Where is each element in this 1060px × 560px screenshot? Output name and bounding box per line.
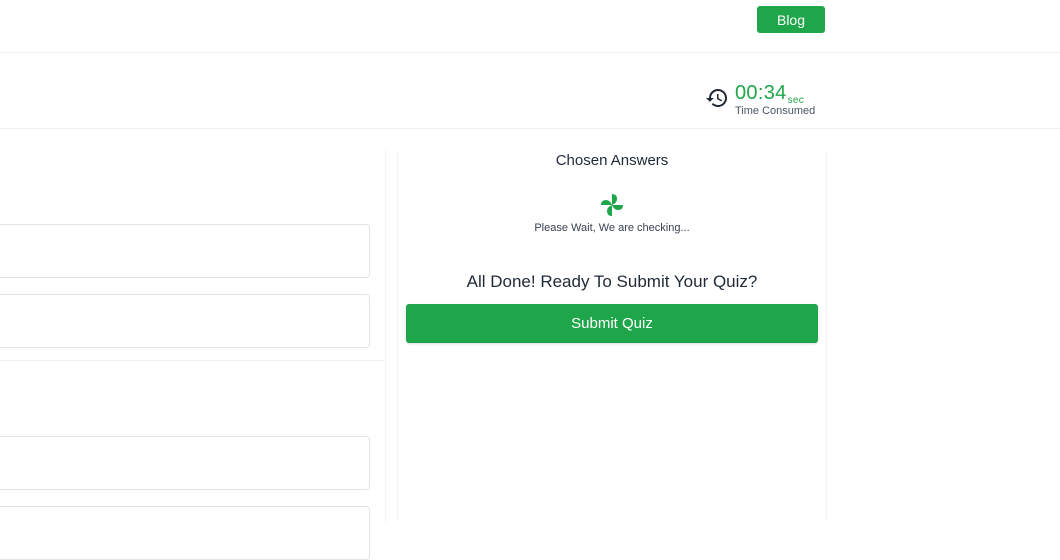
timer-digits: 00:34 bbox=[735, 82, 787, 104]
chosen-answers-title: Chosen Answers bbox=[555, 152, 669, 169]
pinwheel-spinner-icon bbox=[601, 194, 623, 216]
timer-bar: 00:34sec Time Consumed bbox=[0, 53, 1060, 129]
chosen-answers-panel: Chosen Answers Please Wait, We are check… bbox=[397, 150, 827, 522]
history-icon bbox=[706, 89, 727, 107]
top-navbar: Blog bbox=[0, 0, 1060, 53]
checking-status-text: Please Wait, We are checking... bbox=[534, 222, 690, 234]
ready-to-submit-heading: All Done! Ready To Submit Your Quiz? bbox=[466, 272, 758, 291]
answer-option[interactable] bbox=[0, 506, 370, 560]
question-divider bbox=[0, 360, 385, 361]
answer-option[interactable] bbox=[0, 224, 370, 278]
answer-option[interactable] bbox=[0, 436, 370, 490]
timer-value: 00:34sec bbox=[735, 82, 804, 106]
submit-quiz-button[interactable]: Submit Quiz bbox=[406, 304, 818, 343]
answer-option[interactable] bbox=[0, 294, 370, 348]
timer-label: Time Consumed bbox=[735, 105, 816, 117]
column-divider bbox=[385, 150, 386, 522]
blog-button[interactable]: Blog bbox=[757, 6, 825, 33]
question-column bbox=[0, 130, 385, 560]
